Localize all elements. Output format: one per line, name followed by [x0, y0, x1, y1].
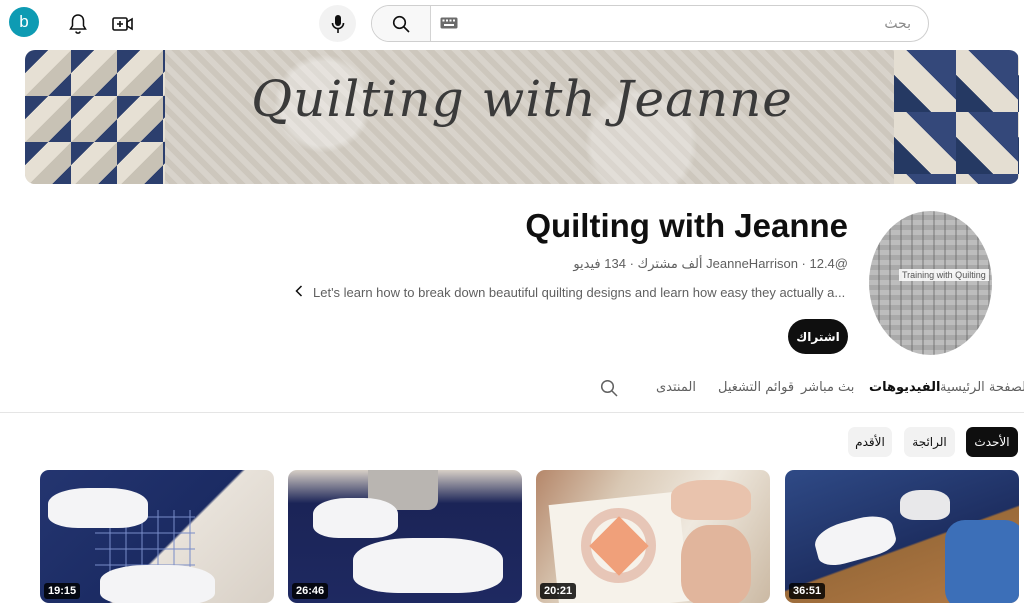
- glove-shape: [900, 490, 950, 520]
- voice-search-button[interactable]: [319, 5, 356, 42]
- channel-tabs: الصفحة الرئيسية الفيديوهات بث مباشر قوائ…: [0, 378, 1024, 413]
- video-thumbnail[interactable]: 36:51: [785, 470, 1019, 603]
- chip-popular[interactable]: الرائجة: [904, 427, 955, 457]
- channel-avatar-caption: Training with Quilting Precision: [899, 269, 989, 281]
- video-duration: 26:46: [292, 583, 329, 599]
- notifications-bell-icon[interactable]: [64, 10, 92, 38]
- video-thumbnail[interactable]: 26:46: [288, 470, 522, 603]
- glove-shape: [353, 538, 503, 593]
- channel-banner: Quilting with Jeanne: [25, 50, 1019, 184]
- hand-shape: [671, 480, 751, 520]
- glove-shape: [100, 565, 215, 603]
- banner-title: Quilting with Jeanne: [251, 70, 793, 128]
- channel-description-text: Let's learn how to break down beautiful …: [313, 285, 846, 300]
- channel-avatar-image: Training with Quilting Precision: [869, 211, 992, 355]
- video-thumbnail[interactable]: 20:21: [536, 470, 770, 603]
- tab-playlists[interactable]: قوائم التشغيل: [718, 380, 794, 395]
- channel-meta: @JeanneHarrison · 12.4 ألف مشترك · 134 ف…: [573, 256, 848, 271]
- microphone-icon: [331, 14, 344, 33]
- search-icon: [392, 15, 410, 33]
- video-duration: 20:21: [540, 583, 577, 599]
- tab-videos[interactable]: الفيديوهات: [869, 380, 941, 395]
- channel-search-icon[interactable]: [600, 379, 618, 402]
- tab-home[interactable]: الصفحة الرئيسية: [940, 380, 1024, 395]
- subscribe-button[interactable]: اشتراك: [788, 319, 848, 354]
- search-box: [371, 5, 929, 42]
- top-bar: b: [0, 0, 1024, 48]
- chevron-left-icon: [295, 285, 303, 300]
- account-avatar[interactable]: b: [9, 7, 39, 37]
- sleeve-shape: [945, 520, 1019, 603]
- channel-description[interactable]: Let's learn how to break down beautiful …: [295, 285, 848, 300]
- chip-latest[interactable]: الأحدث: [966, 427, 1018, 457]
- glove-shape: [313, 498, 398, 538]
- search-input[interactable]: [467, 6, 917, 41]
- channel-name: Quilting with Jeanne: [525, 207, 848, 244]
- keyboard-icon[interactable]: [440, 16, 458, 34]
- hand-shape: [681, 525, 751, 603]
- glove-shape: [811, 510, 899, 570]
- glove-shape: [48, 488, 148, 528]
- search-button[interactable]: [372, 6, 431, 41]
- chip-oldest[interactable]: الأقدم: [848, 427, 892, 457]
- tab-live[interactable]: بث مباشر: [801, 380, 854, 395]
- video-thumbnail[interactable]: 19:15: [40, 470, 274, 603]
- video-duration: 36:51: [789, 583, 826, 599]
- video-duration: 19:15: [44, 583, 81, 599]
- channel-avatar[interactable]: Training with Quilting Precision: [869, 211, 992, 355]
- tab-community[interactable]: المنتدى: [656, 380, 696, 395]
- create-video-icon[interactable]: [109, 10, 137, 38]
